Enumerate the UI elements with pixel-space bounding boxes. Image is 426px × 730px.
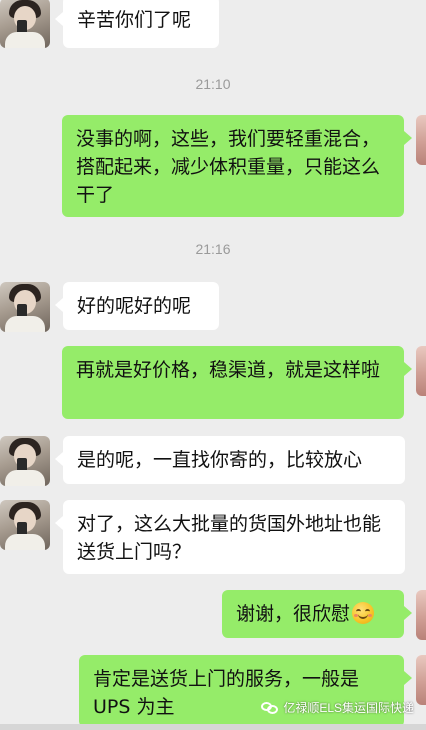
- contact-avatar[interactable]: [0, 500, 50, 550]
- outgoing-message-bubble[interactable]: 没事的啊，这些，我们要轻重混合，搭配起来，减少体积重量，只能这么干了: [62, 115, 412, 217]
- message-text: 对了，这么大批量的货国外地址也能送货上门吗？: [77, 513, 382, 563]
- outgoing-message-bubble[interactable]: 谢谢，很欣慰: [222, 590, 412, 638]
- bottom-input-bar-edge: [0, 724, 426, 730]
- incoming-message-bubble[interactable]: 辛苦你们了呢: [55, 0, 219, 48]
- self-avatar[interactable]: [416, 590, 426, 640]
- message-timestamp: 21:10: [195, 76, 231, 92]
- message-text: 没事的啊，这些，我们要轻重混合，搭配起来，减少体积重量，只能这么干了: [76, 128, 381, 206]
- message-text: 好的呢好的呢: [77, 295, 192, 317]
- message-timestamp: 21:16: [195, 241, 231, 257]
- smiling-blush-emoji-icon: [352, 602, 375, 624]
- incoming-message-bubble[interactable]: 是的呢，一直找你寄的，比较放心: [55, 436, 405, 484]
- outgoing-message-bubble[interactable]: 肯定是送货上门的服务，一般是UPS 为主: [79, 655, 412, 727]
- watermark-text: 亿禄顺ELS集运国际快递: [283, 701, 414, 715]
- contact-avatar[interactable]: [0, 0, 50, 48]
- self-avatar[interactable]: [416, 346, 426, 396]
- incoming-message-bubble[interactable]: 好的呢好的呢: [55, 282, 219, 330]
- watermark: 亿禄顺ELS集运国际快递: [261, 699, 414, 716]
- message-text: 谢谢，很欣慰: [236, 603, 351, 625]
- incoming-message-bubble[interactable]: 对了，这么大批量的货国外地址也能送货上门吗？: [55, 500, 405, 574]
- message-text: 是的呢，一直找你寄的，比较放心: [77, 449, 363, 471]
- outgoing-message-bubble[interactable]: 再就是好价格，稳渠道，就是这样啦: [62, 346, 412, 419]
- contact-avatar[interactable]: [0, 436, 50, 486]
- message-text: 辛苦你们了呢: [77, 9, 192, 31]
- message-text: 再就是好价格，稳渠道，就是这样啦: [76, 359, 381, 381]
- wechat-official-account-icon: [261, 701, 279, 715]
- self-avatar[interactable]: [416, 115, 426, 165]
- contact-avatar[interactable]: [0, 282, 50, 332]
- self-avatar[interactable]: [416, 655, 426, 705]
